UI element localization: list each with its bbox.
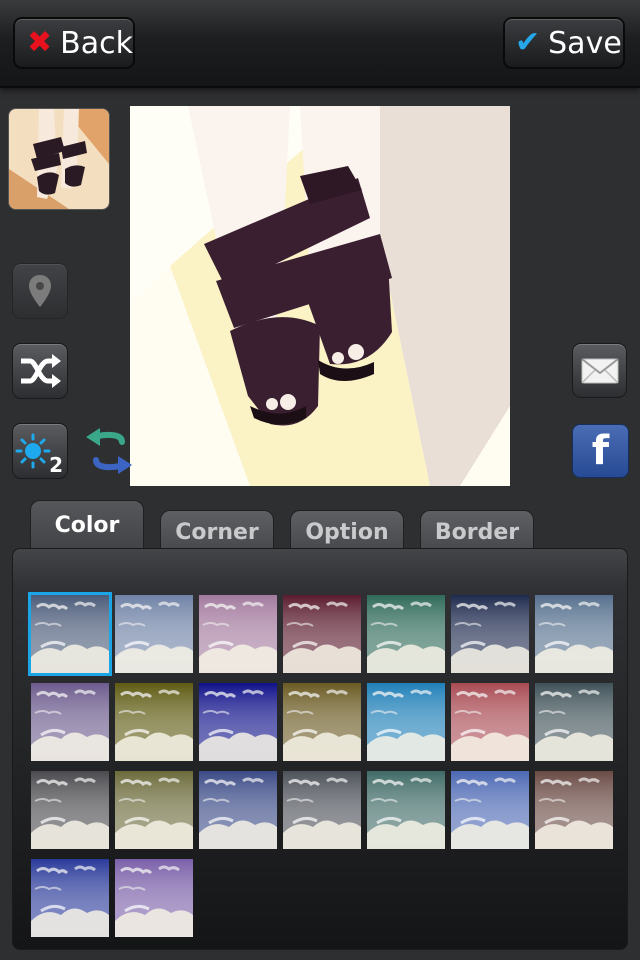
- filter-thumbnail[interactable]: [283, 595, 361, 673]
- tab-label: Corner: [175, 520, 259, 545]
- filter-thumbnail[interactable]: [31, 859, 109, 937]
- filter-thumbnail[interactable]: [367, 595, 445, 673]
- filter-thumbnail[interactable]: [535, 771, 613, 849]
- back-button[interactable]: ✖ Back: [13, 17, 135, 69]
- filter-thumbnail[interactable]: [367, 683, 445, 761]
- tab-label: Border: [434, 520, 520, 545]
- mail-icon: [580, 357, 619, 384]
- filter-thumbnail[interactable]: [115, 595, 193, 673]
- brightness-level: 2: [49, 453, 63, 477]
- filter-thumbnail[interactable]: [367, 771, 445, 849]
- location-pin-icon: [29, 275, 51, 307]
- filter-thumbnail[interactable]: [199, 595, 277, 673]
- tab-label: Color: [54, 513, 120, 538]
- filter-thumbnail[interactable]: [199, 771, 277, 849]
- filter-thumbnail[interactable]: [535, 683, 613, 761]
- brightness-button[interactable]: 2: [12, 423, 68, 479]
- photo-thumbnail[interactable]: [8, 108, 110, 210]
- facebook-share-button[interactable]: f: [572, 424, 629, 478]
- filter-thumbnail[interactable]: [115, 859, 193, 937]
- filter-thumbnail[interactable]: [115, 771, 193, 849]
- top-navigation-bar: ✖ Back ✔ Save: [0, 0, 640, 88]
- location-button[interactable]: [12, 263, 68, 319]
- undo-redo-control[interactable]: [82, 426, 134, 478]
- checkmark-icon: ✔: [515, 25, 541, 60]
- filter-thumbnail[interactable]: [28, 592, 112, 676]
- main-photo-preview: [130, 106, 510, 486]
- filter-thumbnail[interactable]: [199, 683, 277, 761]
- filter-thumbnail[interactable]: [451, 683, 529, 761]
- save-button[interactable]: ✔ Save: [503, 17, 625, 69]
- filter-panel: [12, 548, 628, 950]
- filter-thumbnail[interactable]: [451, 771, 529, 849]
- filter-thumbnail[interactable]: [535, 595, 613, 673]
- email-share-button[interactable]: [572, 343, 627, 398]
- undo-redo-icon: [86, 428, 132, 474]
- tab-color[interactable]: Color: [30, 500, 144, 550]
- filter-thumbnail[interactable]: [31, 683, 109, 761]
- filter-thumbnail[interactable]: [283, 683, 361, 761]
- facebook-icon: f: [591, 428, 610, 474]
- tab-label: Option: [305, 520, 389, 545]
- shuffle-icon: [21, 354, 61, 388]
- x-icon: ✖: [27, 25, 53, 60]
- filter-thumbnail[interactable]: [451, 595, 529, 673]
- shuffle-button[interactable]: [12, 343, 68, 399]
- back-label: Back: [60, 25, 133, 61]
- filter-thumbnail[interactable]: [115, 683, 193, 761]
- filter-thumbnail[interactable]: [31, 771, 109, 849]
- filter-thumbnail[interactable]: [283, 771, 361, 849]
- save-label: Save: [548, 25, 622, 61]
